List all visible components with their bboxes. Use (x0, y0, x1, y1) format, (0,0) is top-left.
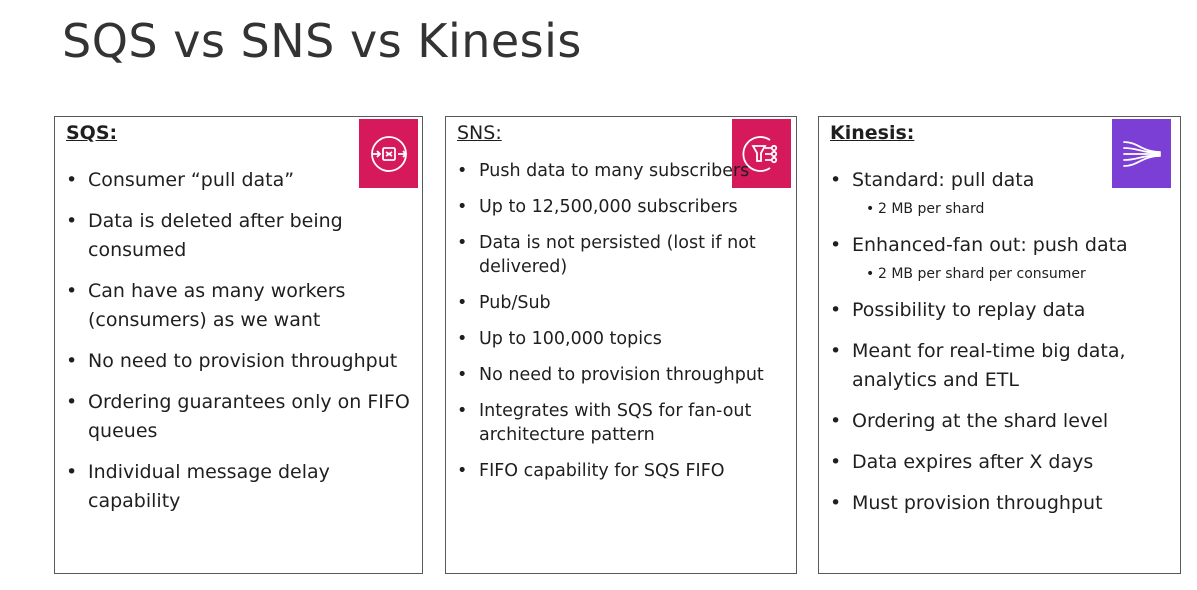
list-item: Ordering guarantees only on FIFO queues (55, 388, 422, 446)
list-item: Consumer “pull data” (55, 166, 422, 195)
sns-list: Push data to many subscribers Up to 12,5… (446, 159, 796, 495)
list-item-text: Enhanced-fan out: push data (852, 234, 1128, 256)
sns-card: SNS: Push data to many subscribers Up to… (445, 116, 797, 574)
sqs-card: SQS: Consumer “pull data” Data is delete… (54, 116, 423, 574)
list-item: FIFO capability for SQS FIFO (446, 459, 796, 483)
list-item: Possibility to replay data (819, 296, 1180, 325)
sqs-heading: SQS: (66, 122, 118, 144)
list-item: Data is not persisted (lost if not deliv… (446, 231, 796, 279)
sns-heading: SNS: (457, 122, 502, 144)
list-item: Data is deleted after being consumed (55, 207, 422, 265)
list-item: Integrates with SQS for fan-out architec… (446, 399, 796, 447)
list-item: Individual message delay capability (55, 458, 422, 516)
list-item: Meant for real-time big data, analytics … (819, 337, 1180, 395)
kinesis-heading: Kinesis: (830, 122, 915, 144)
list-item-text: Standard: pull data (852, 169, 1035, 191)
list-item: Up to 100,000 topics (446, 327, 796, 351)
list-item: Ordering at the shard level (819, 407, 1180, 436)
list-item: No need to provision throughput (55, 347, 422, 376)
sub-list-item: 2 MB per shard (852, 199, 1174, 219)
list-item: Must provision throughput (819, 489, 1180, 518)
list-item: Pub/Sub (446, 291, 796, 315)
sqs-list: Consumer “pull data” Data is deleted aft… (55, 166, 422, 528)
kinesis-list: Standard: pull data 2 MB per shard Enhan… (819, 166, 1180, 530)
list-item: Up to 12,500,000 subscribers (446, 195, 796, 219)
list-item: Data expires after X days (819, 448, 1180, 477)
list-item: Standard: pull data 2 MB per shard (819, 166, 1180, 219)
sub-list-item: 2 MB per shard per consumer (852, 264, 1174, 284)
list-item: Can have as many workers (consumers) as … (55, 277, 422, 335)
page-title: SQS vs SNS vs Kinesis (62, 14, 582, 68)
list-item: Push data to many subscribers (446, 159, 796, 183)
list-item: No need to provision throughput (446, 363, 796, 387)
list-item: Enhanced-fan out: push data 2 MB per sha… (819, 231, 1180, 284)
kinesis-card: Kinesis: Standard: pull data 2 MB per sh… (818, 116, 1181, 574)
